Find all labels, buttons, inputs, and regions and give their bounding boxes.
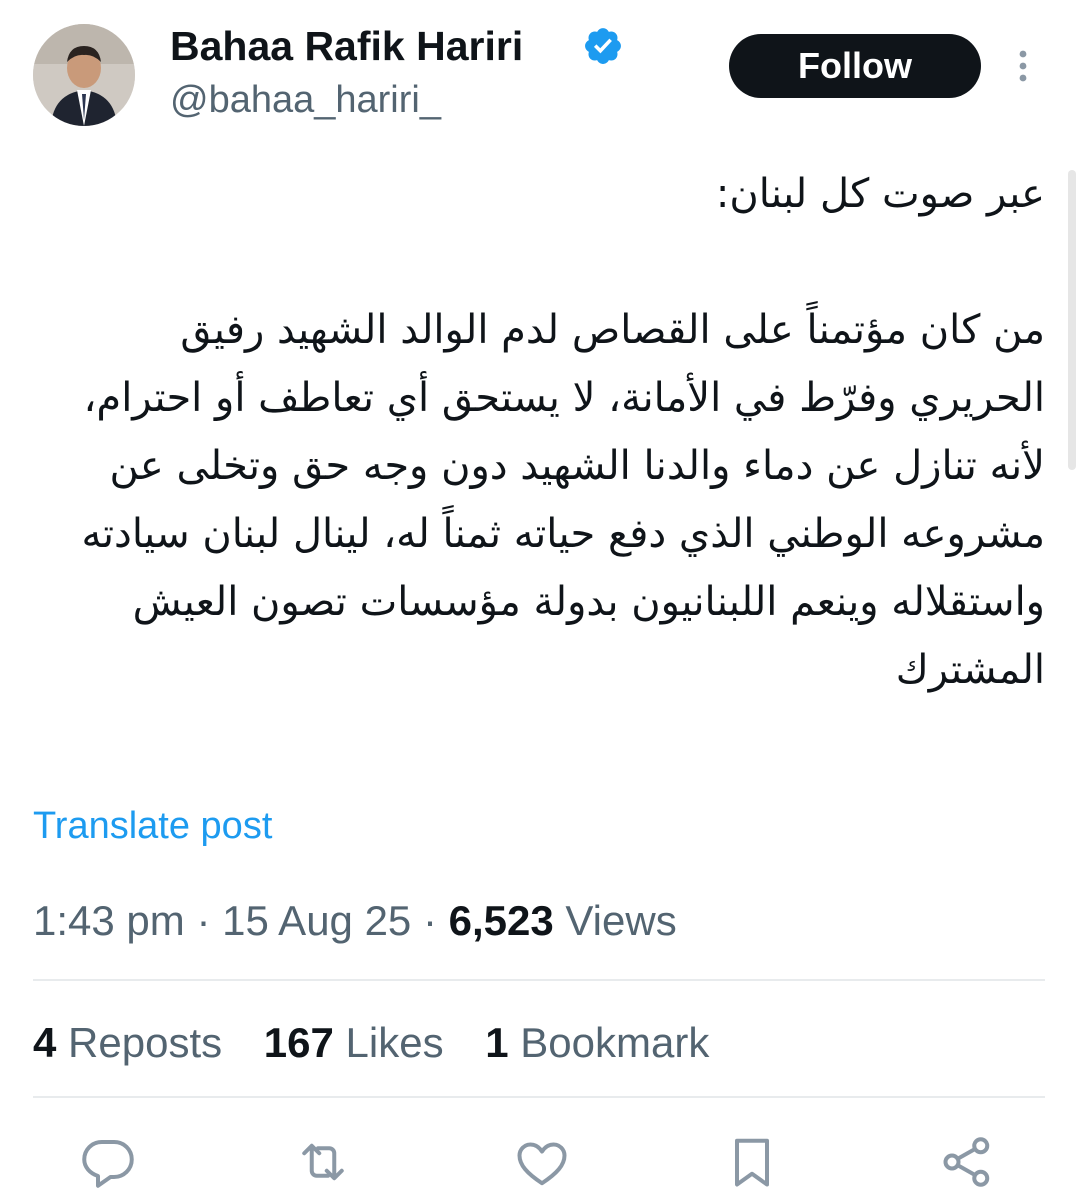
reposts-stat[interactable]: 4 Reposts [33,1019,222,1066]
post-meta: 1:43 pm · 15 Aug 25 · 6,523 Views [33,893,677,949]
reposts-count: 4 [33,1019,57,1066]
repost-icon[interactable] [293,1132,353,1192]
bookmarks-count: 1 [485,1019,509,1066]
translate-post-link[interactable]: Translate post [33,800,272,852]
views-label: Views [565,897,677,944]
likes-count: 167 [263,1019,334,1066]
more-vertical-icon[interactable] [1008,46,1038,86]
action-bar [0,1132,1076,1192]
bookmarks-stat[interactable]: 1 Bookmark [485,1019,709,1066]
follow-button[interactable]: Follow [729,34,981,98]
likes-label: Likes [345,1019,444,1066]
meta-separator: · [422,897,437,944]
views-count: 6,523 [448,897,554,944]
avatar-image [33,24,135,126]
post-time[interactable]: 1:43 pm [33,897,185,944]
like-icon[interactable] [512,1132,572,1192]
scrollbar[interactable] [1068,170,1076,470]
user-handle[interactable]: @bahaa_hariri_ [170,76,441,124]
divider [33,1096,1045,1098]
verified-badge-icon [582,25,624,67]
likes-stat[interactable]: 167 Likes [264,1019,444,1066]
share-icon[interactable] [937,1132,997,1192]
reply-icon[interactable] [78,1132,138,1192]
tweet-line-main: من كان مؤتمناً على القصاص لدم الوالد الش… [81,307,1045,693]
avatar[interactable] [33,24,135,126]
post-date[interactable]: 15 Aug 25 [222,897,411,944]
meta-separator: · [196,897,211,944]
tweet-text: عبر صوت كل لبنان: من كان مؤتمناً على الق… [33,160,1045,704]
display-name[interactable]: Bahaa Rafik Hariri [170,20,523,72]
bookmark-icon[interactable] [722,1132,782,1192]
engagement-stats: 4 Reposts 167 Likes 1 Bookmark [33,1015,739,1071]
tweet-line-intro: عبر صوت كل لبنان: [715,171,1045,217]
divider [33,979,1045,981]
bookmarks-label: Bookmark [520,1019,710,1066]
reposts-label: Reposts [68,1019,223,1066]
